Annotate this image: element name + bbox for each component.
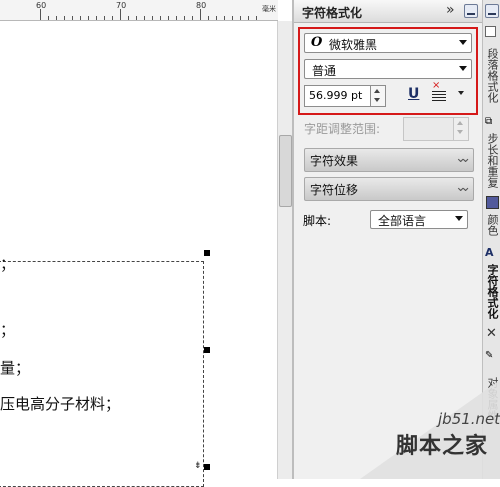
vertical-scrollbar[interactable]: [277, 21, 292, 479]
kerning-range-input: [403, 117, 455, 141]
close-tab-icon[interactable]: ✕: [486, 326, 497, 341]
font-family-dropdown[interactable]: O 微软雅黑: [304, 33, 472, 53]
drawing-canvas[interactable]: ⇟ ； ； 量； 压电高分子材料；: [0, 21, 276, 487]
font-style-value: 普通: [312, 64, 337, 78]
script-label: 脚本:: [303, 214, 332, 228]
font-size-input[interactable]: 56.999 pt: [304, 85, 372, 107]
text-frame[interactable]: [0, 261, 204, 487]
spin-up-icon: [457, 121, 463, 125]
document-text-line[interactable]: ；: [0, 319, 15, 340]
scrollbar-thumb[interactable]: [279, 135, 292, 207]
tab-step-and-repeat[interactable]: 步长和重复: [483, 130, 500, 190]
tab-paragraph-formatting[interactable]: 段落格式化: [483, 40, 500, 110]
chevron-down-icon: [459, 66, 467, 71]
ruler-unit: 毫米: [262, 5, 276, 13]
spin-down-icon[interactable]: [374, 98, 380, 102]
font-family-value: 微软雅黑: [329, 38, 378, 52]
font-settings-group: O 微软雅黑 普通 56.999 pt U: [298, 27, 478, 115]
selection-handle[interactable]: [204, 464, 210, 470]
document-text-line[interactable]: 量；: [0, 357, 30, 378]
ruler-label: 70: [116, 1, 127, 10]
text-flow-icon[interactable]: ⇟: [194, 461, 202, 471]
expand-panel-icon[interactable]: »: [446, 2, 455, 18]
chevron-down-icon: [459, 40, 467, 45]
tab-character-formatting[interactable]: 字符格式化: [483, 260, 500, 322]
kerning-range-stepper: [453, 117, 469, 141]
step-repeat-tab-icon: ⧉: [485, 116, 493, 127]
strikethrough-icon[interactable]: [432, 80, 446, 101]
section-character-effects[interactable]: 字符效果 ⌄⌄: [304, 148, 474, 172]
script-dropdown[interactable]: 全部语言: [370, 210, 468, 229]
section-label: 字符效果: [310, 154, 359, 168]
selection-handle[interactable]: [204, 347, 210, 353]
paragraph-tab-icon: [485, 26, 496, 37]
spin-down-icon: [457, 130, 463, 134]
ruler-label: 60: [36, 1, 47, 10]
section-character-shift[interactable]: 字符位移 ⌄⌄: [304, 177, 474, 201]
character-formatting-docker: 字符格式化 » O 微软雅黑 普通 56.999 pt U 字距调整范围:: [294, 0, 482, 479]
panel-title: 字符格式化: [302, 6, 363, 20]
spin-up-icon[interactable]: [374, 89, 380, 93]
object-properties-tab-icon: ✎: [485, 350, 494, 361]
watermark-url: jb51.net: [438, 410, 500, 428]
watermark-text: 脚本之家: [396, 434, 489, 459]
minimize-docker-icon[interactable]: [485, 4, 499, 18]
font-size-stepper[interactable]: [370, 85, 386, 107]
expand-section-icon: ⌄⌄: [455, 151, 471, 166]
font-style-dropdown[interactable]: 普通: [304, 59, 472, 79]
document-text-line[interactable]: 压电高分子材料；: [0, 393, 120, 414]
character-format-tab-icon: A: [485, 246, 494, 259]
chevron-down-icon: [455, 216, 463, 221]
panel-title-bar: 字符格式化 »: [294, 0, 482, 23]
opentype-font-icon: O: [311, 35, 323, 50]
expand-section-icon: ⌄⌄: [455, 180, 471, 195]
more-options-arrow-icon[interactable]: [458, 91, 464, 95]
section-label: 字符位移: [310, 183, 359, 197]
ruler-label: 80: [196, 1, 207, 10]
script-value: 全部语言: [378, 214, 427, 228]
horizontal-ruler[interactable]: 60 70 80 毫米: [0, 0, 278, 21]
document-text-line[interactable]: ；: [0, 253, 15, 274]
tab-color[interactable]: 颜色: [483, 212, 500, 238]
underline-icon[interactable]: U: [408, 86, 419, 102]
font-size-value: 56.999 pt: [309, 89, 363, 102]
selection-handle[interactable]: [204, 250, 210, 256]
minimize-panel-icon[interactable]: [464, 4, 478, 18]
kerning-range-label: 字距调整范围:: [304, 122, 381, 136]
color-tab-icon: [486, 196, 499, 209]
